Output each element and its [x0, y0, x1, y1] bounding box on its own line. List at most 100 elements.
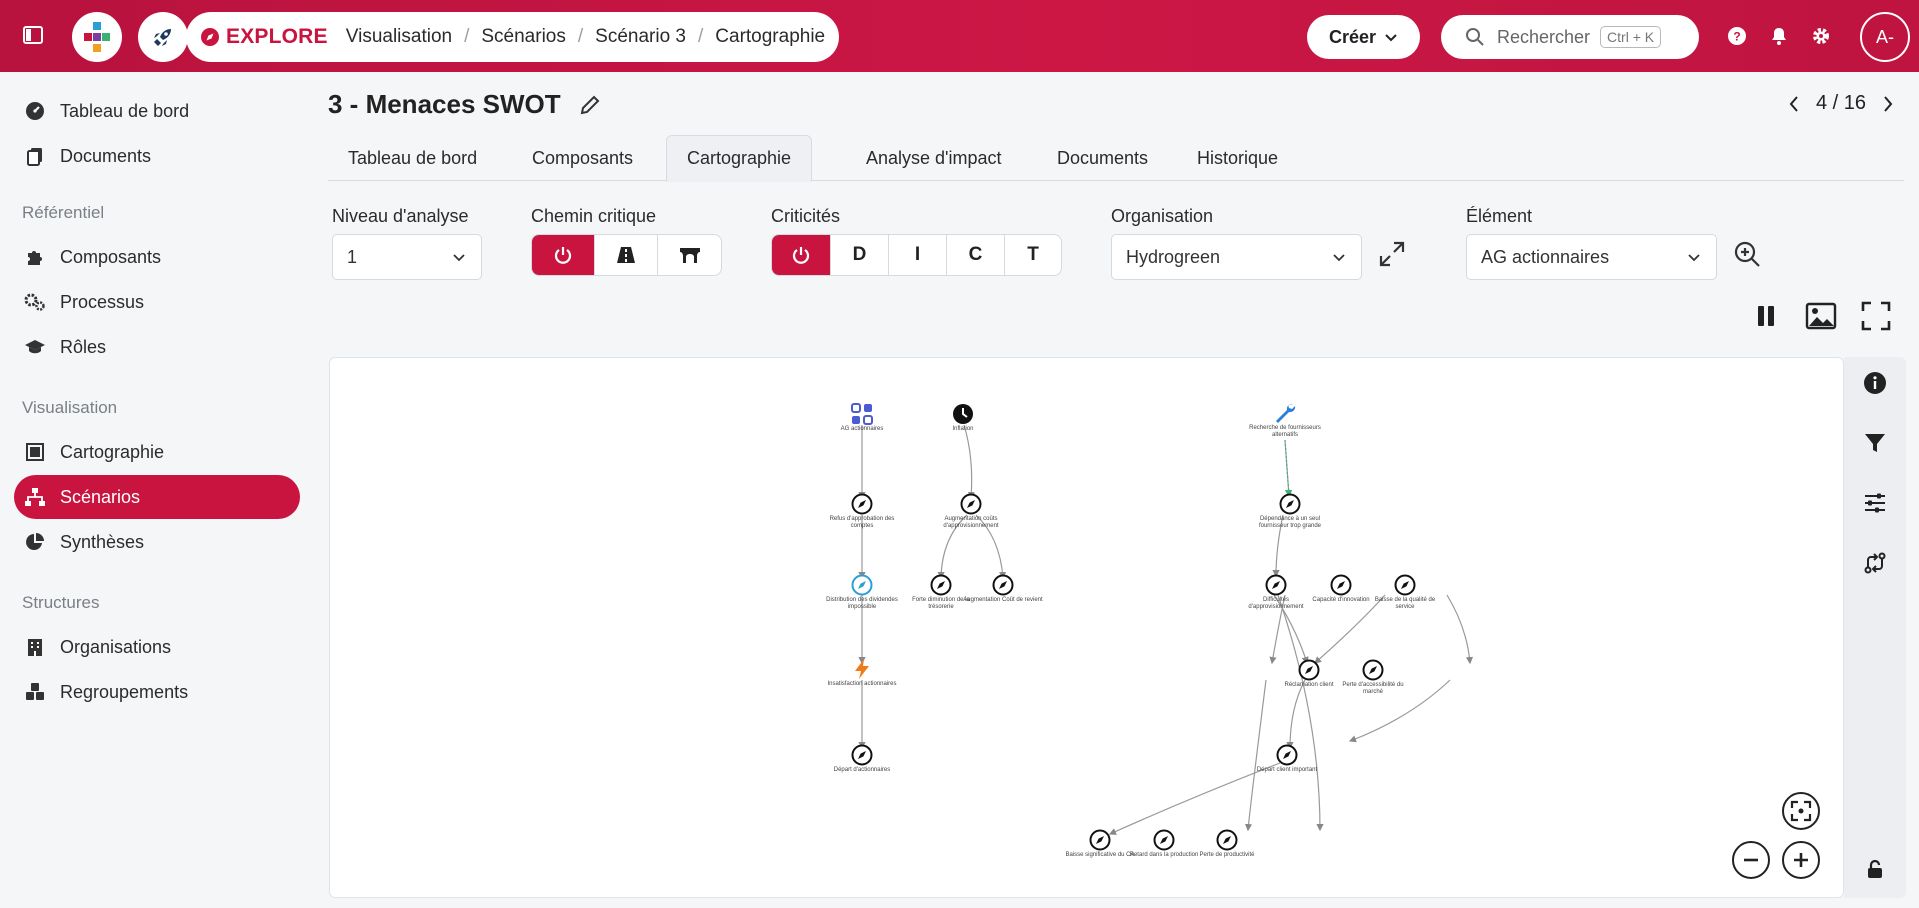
node-label: Dépendance à un seul fournisseur trop gr…: [1258, 516, 1322, 529]
tab-cartographie[interactable]: Cartographie: [666, 135, 813, 182]
sidebar: Tableau de bord Documents Référentiel Co…: [0, 72, 300, 908]
tab-tableau-de-bord[interactable]: Tableau de bord: [328, 135, 497, 181]
gear-icon[interactable]: [1811, 26, 1831, 46]
criticite-d-button[interactable]: D: [831, 235, 889, 275]
sidebar-item-regroupements[interactable]: Regroupements: [14, 670, 300, 714]
sidebar-item-label: Organisations: [60, 636, 172, 657]
node-compass-icon[interactable]: [851, 744, 873, 766]
sidebar-item-roles[interactable]: Rôles: [14, 325, 300, 369]
node-wrench-icon[interactable]: [1273, 402, 1297, 424]
bell-icon[interactable]: [1769, 26, 1789, 46]
sidebar-item-tableau-de-bord[interactable]: Tableau de bord: [14, 89, 300, 133]
sidebar-section-title: Référentiel: [22, 203, 105, 222]
sidebar-item-documents[interactable]: Documents: [14, 134, 300, 178]
sidebar-item-composants[interactable]: Composants: [14, 235, 300, 279]
zoom-out-button[interactable]: [1732, 841, 1770, 879]
info-icon[interactable]: [1863, 371, 1887, 395]
graph-canvas[interactable]: AG actionnaires Refus d'approbation des …: [329, 357, 1844, 898]
chevron-left-icon[interactable]: [1788, 95, 1800, 113]
sidebar-item-label: Processus: [60, 291, 145, 312]
node-compass-icon[interactable]: [1279, 493, 1301, 515]
zoom-in-search-icon[interactable]: [1733, 240, 1761, 268]
pie-chart-icon: [24, 531, 46, 553]
breadcrumb-item[interactable]: Scénarios: [481, 26, 566, 48]
avatar[interactable]: A-: [1860, 12, 1910, 62]
node-compass-icon[interactable]: [851, 493, 873, 515]
node-icon-ag-actionnaires[interactable]: [851, 403, 873, 425]
node-compass-icon[interactable]: [1298, 659, 1320, 681]
node-label: Refus d'approbation des comptes: [829, 516, 895, 529]
zoom-in-button[interactable]: [1782, 841, 1820, 879]
node-compass-icon[interactable]: [930, 574, 952, 596]
node-compass-icon[interactable]: [960, 493, 982, 515]
pager: 4 / 16: [1788, 92, 1894, 115]
rocket-icon[interactable]: [138, 12, 188, 62]
road-icon: [617, 247, 635, 263]
sidebar-item-organisations[interactable]: Organisations: [14, 625, 300, 669]
pencil-icon[interactable]: [579, 94, 601, 116]
unlock-icon[interactable]: [1866, 859, 1884, 883]
criticite-t-button[interactable]: T: [1005, 235, 1061, 275]
power-icon: [792, 247, 810, 264]
tab-historique[interactable]: Historique: [1177, 135, 1298, 181]
bridge-mode-button[interactable]: [658, 235, 721, 275]
map-icon: [24, 441, 46, 463]
pager-text: 4 / 16: [1816, 92, 1867, 114]
criticite-i-button[interactable]: I: [889, 235, 947, 275]
power-toggle-button[interactable]: [532, 235, 595, 275]
node-compass-icon[interactable]: [1276, 744, 1298, 766]
node-label: Perte d'accessibilité du marché: [1342, 682, 1404, 695]
breadcrumb-item[interactable]: Scénario 3: [595, 26, 686, 48]
niveau-label: Niveau d'analyse: [332, 206, 469, 226]
sidebar-item-syntheses[interactable]: Synthèses: [14, 520, 300, 564]
element-select[interactable]: AG actionnaires: [1466, 234, 1717, 280]
node-compass-icon[interactable]: [992, 574, 1014, 596]
sliders-icon[interactable]: [1863, 491, 1887, 515]
organisation-select[interactable]: Hydrogreen: [1111, 234, 1362, 280]
node-compass-icon[interactable]: [1330, 574, 1352, 596]
breadcrumb-item[interactable]: Cartographie: [715, 26, 825, 48]
node-compass-icon[interactable]: [1216, 829, 1238, 851]
plus-icon: [1794, 853, 1808, 867]
bridge-icon: [679, 248, 700, 263]
node-compass-icon[interactable]: [1394, 574, 1416, 596]
swap-routes-icon[interactable]: [1863, 551, 1887, 575]
fullscreen-icon[interactable]: [1861, 301, 1891, 331]
organisation-value: Hydrogreen: [1126, 246, 1221, 267]
search-input[interactable]: Rechercher Ctrl + K: [1441, 15, 1699, 59]
node-compass-icon[interactable]: [851, 574, 873, 596]
pause-icon[interactable]: [1752, 302, 1780, 330]
node-compass-icon[interactable]: [1265, 574, 1287, 596]
chevron-right-icon[interactable]: [1882, 95, 1894, 113]
node-compass-icon[interactable]: [1089, 829, 1111, 851]
help-icon[interactable]: ?: [1727, 26, 1747, 46]
sidebar-toggle-icon[interactable]: [22, 24, 44, 46]
documents-icon: [24, 145, 46, 167]
fit-view-button[interactable]: [1782, 792, 1820, 830]
app-logo[interactable]: [72, 12, 122, 62]
sidebar-item-label: Regroupements: [60, 681, 189, 702]
element-label: Élément: [1466, 206, 1533, 226]
tab-composants[interactable]: Composants: [512, 135, 653, 181]
node-lightning-icon[interactable]: [853, 658, 871, 680]
explore-badge[interactable]: EXPLORE: [200, 25, 328, 49]
create-button[interactable]: Créer: [1307, 15, 1420, 59]
graph-edges: [858, 424, 1474, 835]
criticites-toggle: D I C T: [771, 234, 1062, 276]
expand-icon[interactable]: [1378, 240, 1406, 268]
node-clock-icon[interactable]: [952, 403, 974, 425]
node-compass-icon[interactable]: [1153, 829, 1175, 851]
criticites-power-button[interactable]: [772, 235, 831, 275]
image-export-icon[interactable]: [1805, 300, 1837, 332]
road-mode-button[interactable]: [595, 235, 658, 275]
breadcrumb-item[interactable]: Visualisation: [346, 26, 452, 48]
sidebar-item-processus[interactable]: Processus: [14, 280, 300, 324]
sidebar-item-scenarios[interactable]: Scénarios: [14, 475, 300, 519]
tab-documents[interactable]: Documents: [1037, 135, 1168, 181]
niveau-select[interactable]: 1: [332, 234, 482, 280]
sidebar-item-cartographie[interactable]: Cartographie: [14, 430, 300, 474]
filter-icon[interactable]: [1863, 431, 1887, 455]
node-compass-icon[interactable]: [1362, 659, 1384, 681]
criticite-c-button[interactable]: C: [947, 235, 1005, 275]
tab-analyse-impact[interactable]: Analyse d'impact: [846, 135, 1022, 181]
